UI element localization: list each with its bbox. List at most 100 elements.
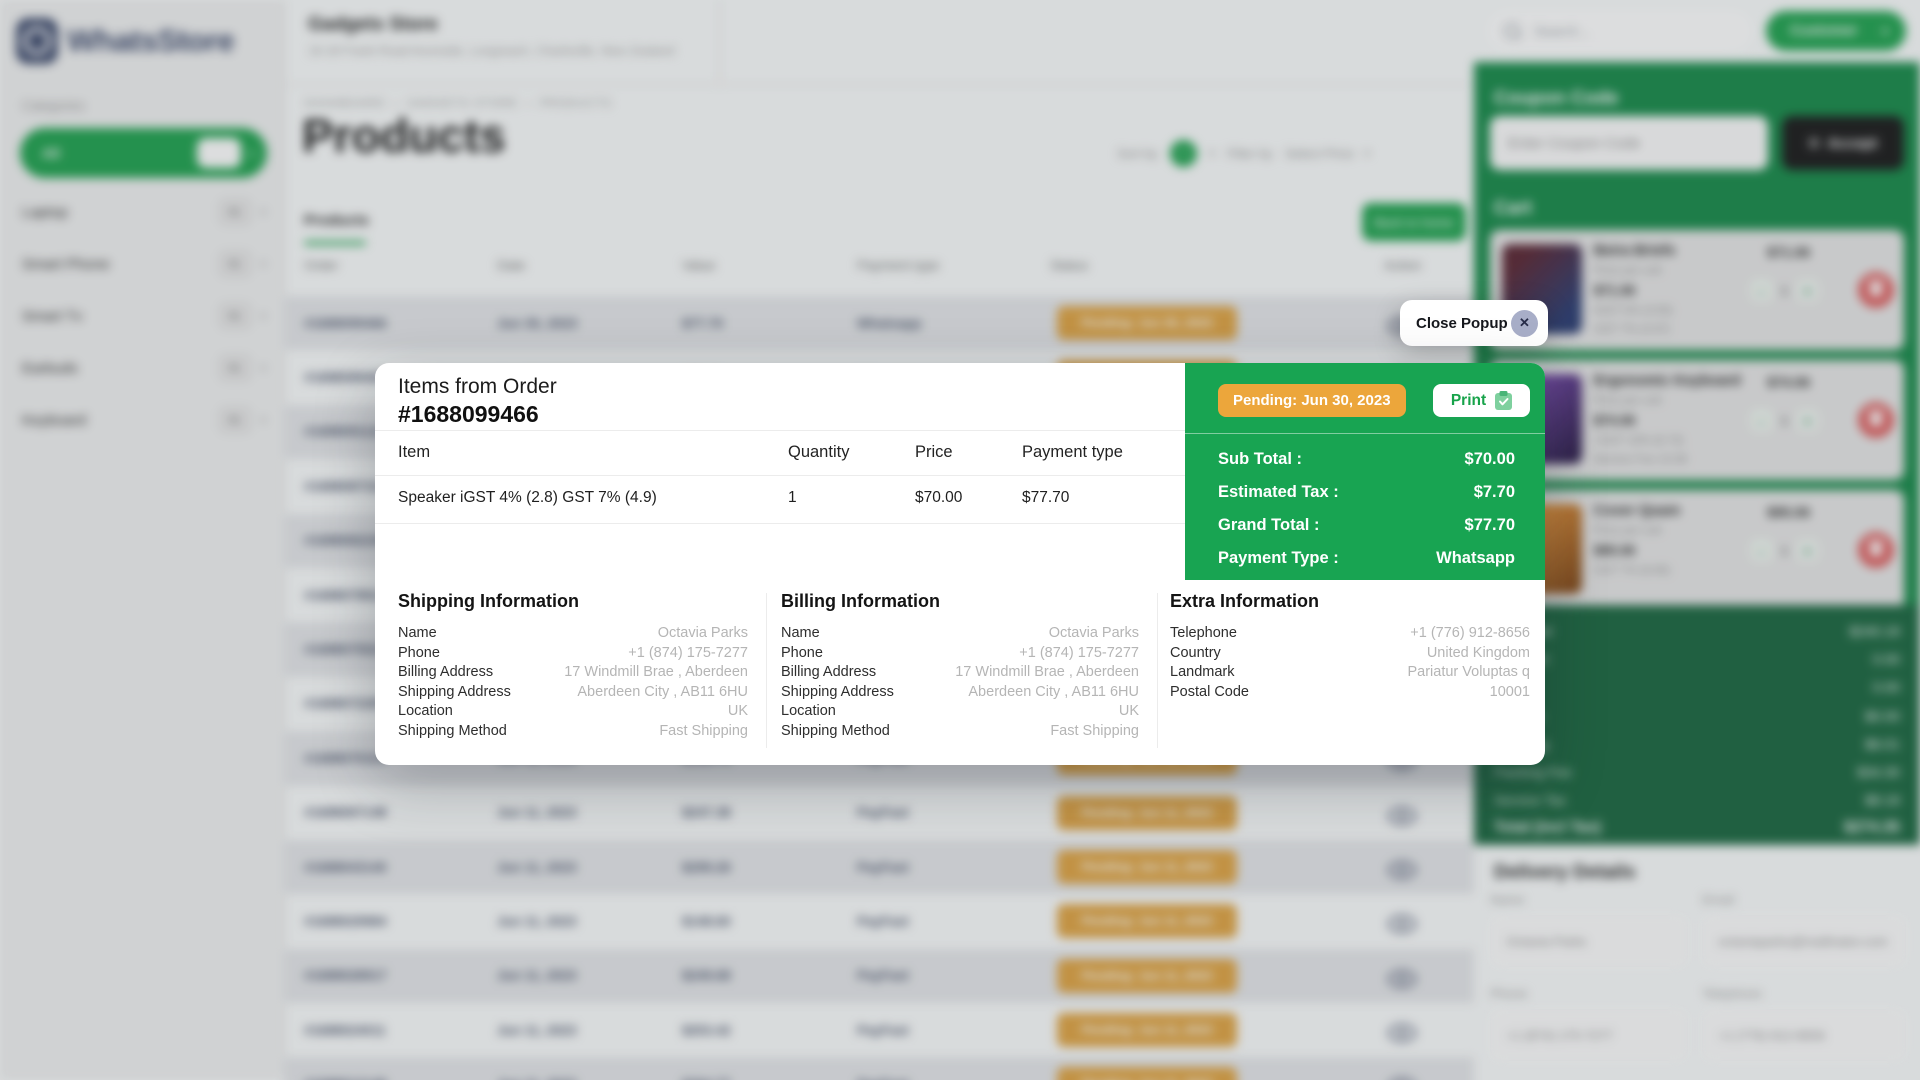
totals-value: $240.18 [1849, 623, 1900, 639]
category-count-badge: 01 [219, 355, 251, 381]
remove-item-button[interactable] [1858, 532, 1894, 568]
order-table-row[interactable]: #1688012148 Jun 11, 2023 $264.77 PayFast… [284, 1057, 1474, 1080]
summary-row: Payment Type : Whatsapp [1185, 542, 1545, 575]
tab-products[interactable]: Products [304, 212, 369, 229]
field-label: Email [1702, 892, 1906, 907]
delivery-phone-field: Phone +1 (874) 175-7277 [1490, 986, 1688, 1061]
accept-coupon-button[interactable]: ⊞ Accept [1782, 116, 1904, 170]
category-label: Keyboard [22, 412, 86, 429]
order-payment-cell: PayFast [857, 894, 909, 948]
close-popup-label: Close Popup [1416, 315, 1508, 332]
app-logo[interactable]: WhatsStore [16, 18, 234, 64]
info-value: Pariatur Voluptas q [1407, 663, 1530, 683]
email-input[interactable]: octaviaparks@mailinator.com [1702, 915, 1906, 967]
chevron-right-icon: › [249, 144, 255, 162]
info-row: Phone +1 (874) 175-7277 [781, 644, 1139, 664]
price-filter-select[interactable]: Select Price ▾ [1285, 146, 1370, 161]
quantity-increase-button[interactable]: + [1795, 408, 1820, 433]
toggle-knob[interactable] [197, 138, 241, 168]
totals-value: $34.30 [1857, 764, 1900, 780]
cart-item-card: Ergonomic Keyboard Price per unit $74.06… [1490, 360, 1904, 480]
telephone-input[interactable]: +1 (776) 912-8656 [1702, 1009, 1906, 1061]
quantity-decrease-button[interactable]: – [1749, 408, 1774, 433]
quantity-decrease-button[interactable]: – [1749, 538, 1774, 563]
summary-row: Estimated Tax : $7.70 [1185, 476, 1545, 509]
remove-item-button[interactable] [1858, 272, 1894, 308]
quantity-increase-button[interactable]: + [1795, 538, 1820, 563]
shipping-information-section: Shipping Information Name Octavia Parks … [398, 591, 748, 741]
order-value-cell: $299.26 [682, 840, 731, 894]
col-order: Order [304, 258, 339, 273]
view-order-eye-icon[interactable] [1388, 1024, 1416, 1042]
order-table-row[interactable]: #1688043140 Jun 11, 2023 $299.26 PayFast… [284, 840, 1474, 894]
info-value: UK [1119, 702, 1139, 722]
order-table-row[interactable]: #1688029984 Jun 11, 2023 $148.60 PayFast… [284, 894, 1474, 948]
info-value: +1 (874) 175-7277 [1019, 644, 1139, 664]
caret-down-icon: ▾ [1882, 25, 1888, 38]
shipping-info-title: Shipping Information [398, 591, 748, 612]
divider [375, 523, 1185, 524]
screen: WhatsStore Categories All › Laptop 01 › … [0, 0, 1920, 1080]
print-button[interactable]: Print [1433, 384, 1530, 417]
order-value-cell: $264.77 [682, 1057, 731, 1080]
order-items-modal: Items from Order #1688099466 Item Quanti… [375, 363, 1545, 765]
info-row: Landmark Pariatur Voluptas q [1170, 663, 1530, 683]
phone-input[interactable]: +1 (874) 175-7277 [1490, 1009, 1688, 1061]
search-bar[interactable] [1488, 11, 1752, 51]
caret-down-icon: ▾ [1364, 147, 1370, 160]
info-row: Country United Kingdom [1170, 644, 1530, 664]
breadcrumb-item[interactable]: PRODUCTS › [539, 98, 612, 110]
quantity-decrease-button[interactable]: – [1749, 278, 1774, 303]
sidebar-category-item[interactable]: Keyboard 01 › [0, 394, 284, 446]
price-filter-value: Select Price [1285, 146, 1354, 161]
info-value: 10001 [1490, 683, 1530, 703]
sidebar-category-item[interactable]: Laptop 01 › [0, 186, 284, 238]
view-order-eye-icon[interactable] [1388, 970, 1416, 988]
accept-grid-icon: ⊞ [1809, 135, 1820, 151]
order-table-row[interactable]: #1688028917 Jun 11, 2023 $249.68 PayFast… [284, 949, 1474, 1003]
tax-line-2: GST 7% (4.97) [1594, 324, 1671, 336]
divider [1157, 593, 1158, 748]
view-order-eye-icon[interactable] [1388, 861, 1416, 879]
search-input[interactable] [1532, 22, 1716, 40]
view-order-eye-icon[interactable] [1388, 915, 1416, 933]
list-controls: Sort by ▾ ▾ Filter by Select Price ▾ [1117, 140, 1370, 167]
order-value-cell: $249.68 [682, 949, 731, 1003]
info-label: Phone [398, 644, 440, 664]
order-date-cell: Jun 11, 2023 [497, 949, 577, 1003]
order-value-cell: $247.38 [682, 786, 731, 840]
quantity-value: 1 [1781, 283, 1788, 298]
close-icon[interactable]: ✕ [1511, 310, 1538, 337]
view-order-eye-icon[interactable] [1388, 807, 1416, 825]
coupon-code-input[interactable] [1490, 116, 1768, 170]
customer-dropdown-button[interactable]: Customer ▾ [1766, 11, 1906, 51]
back-to-home-button[interactable]: Back to home [1362, 203, 1466, 241]
order-table-row[interactable]: #1688067148 Jun 11, 2023 $247.38 PayFast… [284, 786, 1474, 840]
price-col-header: Price [915, 443, 953, 462]
divider [375, 475, 1185, 476]
category-count-badge: 01 [219, 251, 251, 277]
order-table-row[interactable]: #1688099466 Jun 30, 2023 $77.70 Whatsapp… [284, 296, 1474, 350]
category-all-toggle[interactable]: All › [20, 128, 267, 178]
order-id-cell: #1688091122 [304, 405, 386, 459]
unit-price: $95.06 [1594, 543, 1635, 558]
sort-toggle[interactable]: ▾ [1170, 140, 1197, 167]
quantity-increase-button[interactable]: + [1795, 278, 1820, 303]
billing-information-section: Billing Information Name Octavia Parks P… [781, 591, 1139, 741]
info-row: Telephone +1 (776) 912-8656 [1170, 624, 1530, 644]
sidebar-category-item[interactable]: Smart Tv 01 › [0, 290, 284, 342]
totals-row: Total (incl Tax) $274.35 [1474, 814, 1920, 842]
info-label: Phone [781, 644, 823, 664]
order-table-row[interactable]: #1688024011 Jun 11, 2023 $253.42 PayFast… [284, 1003, 1474, 1057]
sidebar-category-item[interactable]: Earbuds 01 › [0, 342, 284, 394]
name-input[interactable]: Octavia Parks [1490, 915, 1688, 967]
category-count-badge: 01 [219, 407, 251, 433]
quantity-stepper: – 1 + [1749, 538, 1820, 563]
item-col-header: Item [398, 443, 430, 462]
sidebar-category-item[interactable]: Smart Phone 01 › [0, 238, 284, 290]
info-row: Name Octavia Parks [781, 624, 1139, 644]
order-id-cell: #1688024011 [304, 1003, 386, 1057]
remove-item-button[interactable] [1858, 402, 1894, 438]
close-popup-button[interactable]: Close Popup ✕ [1400, 300, 1548, 346]
caret-down-icon: ▾ [1209, 147, 1215, 160]
